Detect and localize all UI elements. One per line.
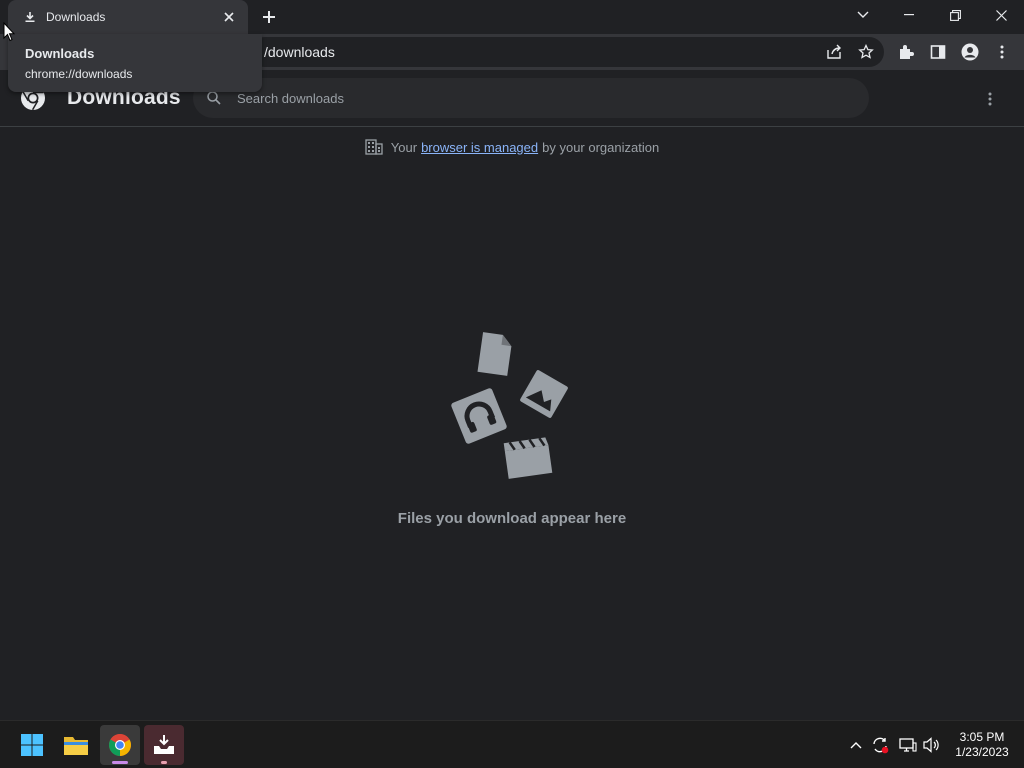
- more-actions-button[interactable]: [978, 87, 1002, 111]
- taskbar: 3:05 PM 1/23/2023: [0, 720, 1024, 768]
- browser-managed-link[interactable]: browser is managed: [421, 140, 538, 155]
- side-panel-icon[interactable]: [926, 40, 950, 64]
- share-icon[interactable]: [822, 40, 846, 64]
- person-icon[interactable]: [958, 40, 982, 64]
- puzzle-icon[interactable]: [894, 40, 918, 64]
- managed-prefix: Your: [390, 139, 418, 155]
- star-icon[interactable]: [854, 40, 878, 64]
- volume-icon[interactable]: [922, 735, 942, 755]
- address-bar[interactable]: /downloads: [250, 37, 884, 67]
- chevron-up-icon[interactable]: [846, 735, 866, 755]
- empty-downloads-illustration: [448, 328, 578, 484]
- managed-notice: Your browser is managed by your organiza…: [0, 138, 1024, 156]
- tab-hovercard: Downloads chrome://downloads: [8, 34, 262, 92]
- download-icon: [22, 9, 38, 25]
- kebab-icon[interactable]: [990, 40, 1014, 64]
- image-icon: [520, 370, 568, 418]
- clock-time: 3:05 PM: [959, 730, 1005, 744]
- downloads-taskbar-icon[interactable]: [144, 725, 184, 765]
- sync-icon[interactable]: [870, 735, 890, 755]
- address-text: /downloads: [264, 44, 335, 60]
- tab-strip: Downloads: [0, 0, 1024, 34]
- tab-downloads[interactable]: Downloads: [8, 0, 248, 34]
- document-icon: [477, 332, 512, 376]
- hovercard-title: Downloads: [25, 46, 95, 61]
- video-icon: [503, 437, 553, 479]
- tab-close-button[interactable]: [220, 8, 238, 26]
- tab-search-button[interactable]: [840, 0, 886, 30]
- search-field[interactable]: [193, 78, 869, 118]
- close-window-button[interactable]: [978, 0, 1024, 30]
- new-tab-button[interactable]: [258, 6, 280, 28]
- building-icon: [365, 138, 383, 156]
- tab-title: Downloads: [46, 10, 106, 24]
- search-input[interactable]: [237, 90, 837, 106]
- hovercard-url: chrome://downloads: [25, 67, 133, 81]
- clock-date: 1/23/2023: [955, 745, 1009, 759]
- system-clock[interactable]: 3:05 PM 1/23/2023: [944, 730, 1020, 760]
- chrome-taskbar-icon[interactable]: [100, 725, 140, 765]
- restore-button[interactable]: [932, 0, 978, 30]
- start-button[interactable]: [12, 725, 52, 765]
- audio-icon: [451, 388, 507, 444]
- minimize-button[interactable]: [886, 0, 932, 30]
- managed-suffix: by your organization: [542, 139, 660, 155]
- network-icon[interactable]: [898, 735, 918, 755]
- file-explorer-icon[interactable]: [56, 725, 96, 765]
- empty-state-message: Files you download appear here: [397, 510, 627, 527]
- mouse-cursor: [3, 21, 16, 42]
